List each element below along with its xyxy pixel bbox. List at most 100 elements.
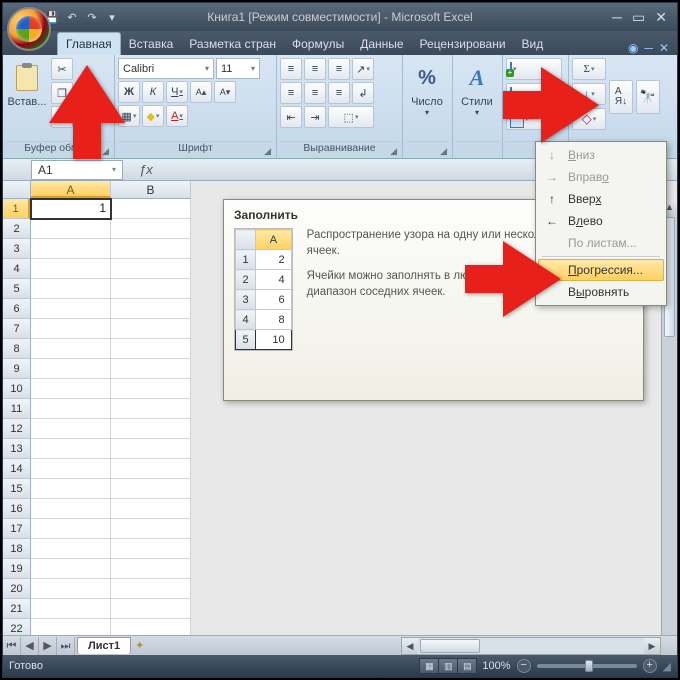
menu-fill-sheets[interactable]: По листам... <box>538 232 664 254</box>
cell-A10[interactable] <box>31 379 111 399</box>
tab-view[interactable]: Вид <box>514 33 552 55</box>
cell-B17[interactable] <box>111 519 191 539</box>
cell-B18[interactable] <box>111 539 191 559</box>
clipboard-launcher[interactable]: ◢ <box>102 146 109 157</box>
cell-A19[interactable] <box>31 559 111 579</box>
cell-A11[interactable] <box>31 399 111 419</box>
cell-A13[interactable] <box>31 439 111 459</box>
cell-A3[interactable] <box>31 239 111 259</box>
tab-home[interactable]: Главная <box>57 32 121 55</box>
row-header-12[interactable]: 12 <box>3 419 31 439</box>
tab-review[interactable]: Рецензировани <box>412 33 514 55</box>
view-layout-button[interactable]: ▥ <box>438 658 458 674</box>
cell-B2[interactable] <box>111 219 191 239</box>
col-header-A[interactable]: A <box>31 181 111 198</box>
menu-fill-left[interactable]: ←Влево <box>538 210 664 232</box>
fx-button[interactable]: ƒx <box>139 162 153 177</box>
styles-button[interactable]: A Стили▾ <box>456 58 498 141</box>
increase-indent-button[interactable]: ⇥ <box>304 106 326 128</box>
row-header-19[interactable]: 19 <box>3 559 31 579</box>
ribbon-minimize[interactable]: ─ <box>644 41 653 55</box>
row-header-7[interactable]: 7 <box>3 319 31 339</box>
row-header-5[interactable]: 5 <box>3 279 31 299</box>
view-pagebreak-button[interactable]: ▤ <box>457 658 477 674</box>
sort-filter-button[interactable]: AЯ↓ <box>609 80 633 114</box>
row-header-15[interactable]: 15 <box>3 479 31 499</box>
row-header-2[interactable]: 2 <box>3 219 31 239</box>
copy-button[interactable]: ❐ <box>51 82 73 104</box>
redo-button[interactable]: ↷ <box>83 8 101 26</box>
undo-button[interactable]: ↶ <box>63 8 81 26</box>
find-select-button[interactable]: 🔭 <box>636 80 660 114</box>
cell-B19[interactable] <box>111 559 191 579</box>
cell-A14[interactable] <box>31 459 111 479</box>
row-header-16[interactable]: 16 <box>3 499 31 519</box>
cell-B11[interactable] <box>111 399 191 419</box>
menu-fill-justify[interactable]: Выровнять <box>538 281 664 303</box>
cell-A7[interactable] <box>31 319 111 339</box>
cell-B1[interactable] <box>111 199 191 219</box>
cell-B9[interactable] <box>111 359 191 379</box>
cell-A16[interactable] <box>31 499 111 519</box>
grow-font-button[interactable]: A▴ <box>190 81 212 103</box>
ribbon-close[interactable]: ✕ <box>659 41 669 55</box>
cell-A21[interactable] <box>31 599 111 619</box>
cell-B20[interactable] <box>111 579 191 599</box>
font-launcher[interactable]: ◢ <box>264 146 271 157</box>
zoom-slider[interactable] <box>537 664 637 668</box>
cell-A1[interactable]: 1 <box>31 199 111 219</box>
tab-page-layout[interactable]: Разметка стран <box>181 33 284 55</box>
cell-A5[interactable] <box>31 279 111 299</box>
cell-B13[interactable] <box>111 439 191 459</box>
cell-A2[interactable] <box>31 219 111 239</box>
cell-A12[interactable] <box>31 419 111 439</box>
maximize-button[interactable]: ▭ <box>632 9 645 26</box>
new-sheet-button[interactable]: ✦ <box>135 639 144 652</box>
decrease-indent-button[interactable]: ⇤ <box>280 106 302 128</box>
menu-fill-down[interactable]: ↓Вниз <box>538 144 664 166</box>
menu-fill-progression[interactable]: Прогрессия... <box>538 259 664 281</box>
cell-A8[interactable] <box>31 339 111 359</box>
fill-color-button[interactable]: ◆ <box>142 105 164 127</box>
cell-B21[interactable] <box>111 599 191 619</box>
sheet-nav-prev[interactable]: ◀ <box>21 637 39 655</box>
cell-A18[interactable] <box>31 539 111 559</box>
alignment-launcher[interactable]: ◢ <box>390 146 397 157</box>
orientation-button[interactable]: ↗ <box>352 58 374 80</box>
cell-A4[interactable] <box>31 259 111 279</box>
align-center-button[interactable]: ≡ <box>304 82 326 104</box>
col-header-B[interactable]: B <box>111 181 191 199</box>
close-button[interactable]: ✕ <box>655 9 667 26</box>
zoom-level[interactable]: 100% <box>482 660 510 672</box>
delete-cells-button[interactable]: − <box>506 83 562 105</box>
align-middle-button[interactable]: ≡ <box>304 58 326 80</box>
row-header-4[interactable]: 4 <box>3 259 31 279</box>
format-painter-button[interactable]: 🖌 <box>51 106 73 128</box>
border-button[interactable]: ▦ <box>118 105 140 127</box>
sheet-nav-next[interactable]: ▶ <box>39 637 57 655</box>
cell-B6[interactable] <box>111 299 191 319</box>
cut-button[interactable]: ✂ <box>51 58 73 80</box>
number-format-button[interactable]: % Число▾ <box>406 58 448 141</box>
italic-button[interactable]: К <box>142 81 164 103</box>
sheet-nav-last[interactable]: ⏭ <box>57 637 75 655</box>
paste-button[interactable]: Встав... <box>6 58 48 141</box>
tab-insert[interactable]: Вставка <box>121 33 182 55</box>
clear-button[interactable]: ◇ <box>572 108 606 130</box>
font-name-combo[interactable]: Calibri <box>118 58 214 79</box>
align-top-button[interactable]: ≡ <box>280 58 302 80</box>
row-header-1[interactable]: 1 <box>3 199 30 219</box>
zoom-in-button[interactable]: + <box>643 659 657 673</box>
cell-A15[interactable] <box>31 479 111 499</box>
row-header-13[interactable]: 13 <box>3 439 31 459</box>
format-cells-button[interactable] <box>506 108 562 130</box>
font-color-button[interactable]: A <box>166 105 188 127</box>
sheet-nav-first[interactable]: ⏮ <box>3 637 21 655</box>
row-header-18[interactable]: 18 <box>3 539 31 559</box>
cell-B3[interactable] <box>111 239 191 259</box>
row-header-6[interactable]: 6 <box>3 299 31 319</box>
office-button[interactable] <box>7 7 51 51</box>
row-header-3[interactable]: 3 <box>3 239 31 259</box>
help-button[interactable]: ◉ <box>628 41 638 55</box>
cell-A6[interactable] <box>31 299 111 319</box>
